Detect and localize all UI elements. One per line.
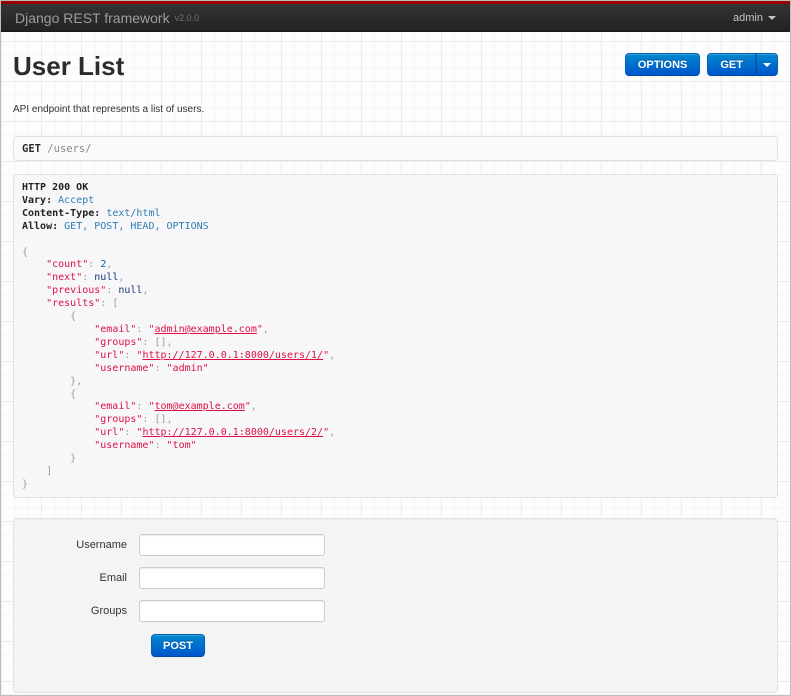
form-row-username: Username bbox=[14, 534, 777, 556]
user-dropdown-label: admin bbox=[733, 11, 763, 24]
request-path: /users/ bbox=[47, 143, 92, 155]
response-token bbox=[22, 285, 46, 296]
response-token bbox=[22, 389, 70, 400]
caret-down-icon bbox=[768, 16, 776, 20]
username-label: Username bbox=[76, 539, 127, 551]
request-info-bar: GET /users/ bbox=[13, 136, 778, 161]
response-token: Content-Type: bbox=[22, 207, 101, 219]
response-token: null bbox=[94, 272, 119, 284]
email-field[interactable] bbox=[139, 567, 325, 589]
endpoint-description: API endpoint that represents a list of u… bbox=[13, 104, 205, 115]
response-token: "email" bbox=[94, 323, 137, 335]
caret-down-icon bbox=[763, 62, 771, 67]
response-token: [ bbox=[112, 298, 119, 310]
get-split-button: GET bbox=[707, 53, 778, 76]
main-content: User List OPTIONS GET API endpoint that … bbox=[1, 51, 790, 693]
response-token bbox=[22, 440, 94, 451]
response-token: [], bbox=[154, 336, 173, 348]
form-actions: POST bbox=[151, 634, 777, 657]
response-token: ] bbox=[46, 465, 53, 477]
response-token bbox=[22, 414, 94, 425]
response-token: "previous" bbox=[46, 285, 107, 297]
post-form-well: Username Email Groups POST bbox=[13, 518, 778, 693]
response-token bbox=[22, 324, 94, 335]
response-token: "url" bbox=[94, 349, 125, 361]
version-label: v2.0.0 bbox=[174, 12, 200, 23]
browser-page: Django REST framework v2.0.0 admin User … bbox=[0, 0, 791, 696]
response-token bbox=[22, 401, 94, 412]
response-link[interactable]: admin@example.com bbox=[155, 324, 257, 335]
response-token bbox=[22, 427, 94, 438]
response-token bbox=[22, 453, 70, 464]
page-header: User List OPTIONS GET bbox=[13, 51, 778, 82]
response-token: } bbox=[22, 478, 29, 490]
response-token bbox=[22, 272, 46, 283]
response-token: Vary: bbox=[22, 194, 53, 206]
response-token: "groups" bbox=[94, 414, 143, 426]
response-token: "admin" bbox=[166, 362, 209, 374]
response-token: GET, POST, HEAD, OPTIONS bbox=[64, 220, 209, 232]
response-token: , bbox=[142, 285, 149, 297]
response-token: text/html bbox=[106, 207, 161, 219]
response-token: } bbox=[70, 453, 77, 465]
response-token: , bbox=[250, 401, 257, 413]
response-panel: HTTP 200 OK Vary: Accept Content-Type: t… bbox=[13, 174, 778, 498]
response-token: , bbox=[106, 259, 113, 271]
response-token: "email" bbox=[94, 401, 137, 413]
response-token: "groups" bbox=[94, 336, 143, 348]
form-row-groups: Groups bbox=[14, 600, 777, 622]
username-field[interactable] bbox=[139, 534, 325, 556]
get-button[interactable]: GET bbox=[707, 53, 756, 76]
response-token bbox=[22, 376, 70, 387]
response-link[interactable]: http://127.0.0.1:8000/users/2/ bbox=[142, 427, 323, 438]
response-token: Allow: bbox=[22, 220, 59, 232]
response-token: HTTP 200 OK bbox=[22, 182, 89, 193]
response-token bbox=[22, 298, 46, 309]
get-dropdown-toggle[interactable] bbox=[756, 53, 778, 76]
response-token: { bbox=[22, 246, 29, 258]
form-row-email: Email bbox=[14, 567, 777, 589]
response-token bbox=[22, 466, 46, 477]
response-body: HTTP 200 OK Vary: Accept Content-Type: t… bbox=[22, 182, 769, 492]
response-token: Accept bbox=[58, 194, 95, 206]
response-token: }, bbox=[70, 375, 83, 387]
response-token: , bbox=[329, 427, 336, 439]
response-token: "url" bbox=[94, 427, 125, 439]
response-token: , bbox=[329, 349, 336, 361]
navbar: Django REST framework v2.0.0 admin bbox=[1, 4, 790, 32]
response-token: , bbox=[118, 272, 125, 284]
response-token: { bbox=[70, 311, 77, 323]
response-token: "next" bbox=[46, 272, 83, 284]
response-token: "tom" bbox=[166, 440, 197, 452]
response-token: , bbox=[262, 323, 269, 335]
response-token bbox=[22, 259, 46, 270]
response-token: "username" bbox=[94, 362, 155, 374]
response-token: [], bbox=[154, 414, 173, 426]
groups-label: Groups bbox=[90, 605, 127, 617]
email-label: Email bbox=[99, 572, 127, 584]
response-token bbox=[22, 311, 70, 322]
options-button[interactable]: OPTIONS bbox=[624, 53, 701, 76]
response-link[interactable]: tom@example.com bbox=[155, 401, 245, 412]
response-token: "username" bbox=[94, 440, 155, 452]
response-token bbox=[22, 350, 94, 361]
response-token bbox=[22, 363, 94, 374]
user-dropdown[interactable]: admin bbox=[733, 12, 776, 24]
response-token: "results" bbox=[46, 298, 101, 310]
response-token: { bbox=[70, 388, 77, 400]
header-actions: OPTIONS GET bbox=[624, 53, 778, 76]
response-token: null bbox=[118, 285, 143, 297]
response-token: "count" bbox=[46, 259, 89, 271]
brand-link[interactable]: Django REST framework bbox=[15, 10, 170, 26]
response-link[interactable]: http://127.0.0.1:8000/users/1/ bbox=[142, 350, 323, 361]
request-method: GET bbox=[22, 143, 41, 155]
post-button[interactable]: POST bbox=[151, 634, 205, 657]
response-token bbox=[22, 337, 94, 348]
groups-field[interactable] bbox=[139, 600, 325, 622]
